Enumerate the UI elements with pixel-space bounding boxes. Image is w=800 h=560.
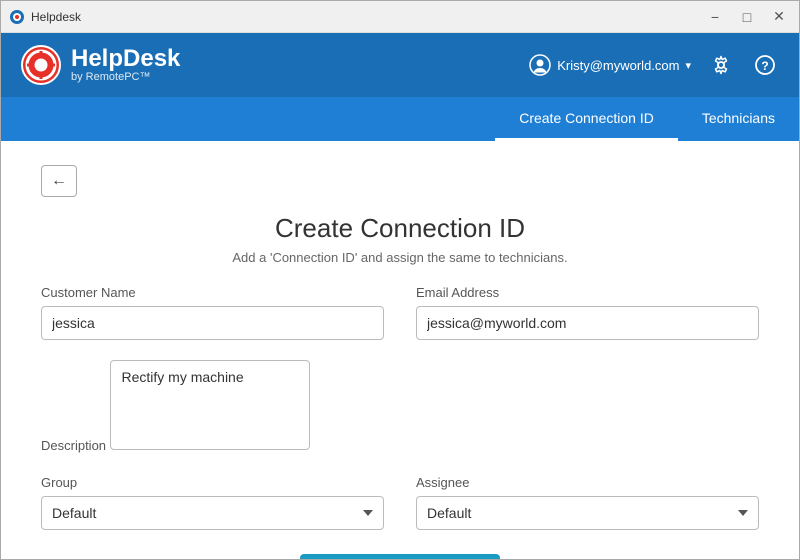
nav-technicians-label: Technicians bbox=[702, 110, 775, 126]
window-controls: − □ ✕ bbox=[703, 7, 791, 27]
user-email: Kristy@myworld.com bbox=[557, 58, 679, 73]
gear-icon bbox=[711, 55, 731, 75]
nav-bar: Create Connection ID Technicians bbox=[1, 97, 799, 141]
title-bar: Helpdesk − □ ✕ bbox=[1, 1, 799, 33]
group-group: Group Default bbox=[41, 475, 384, 530]
description-label: Description bbox=[41, 438, 106, 453]
customer-name-label: Customer Name bbox=[41, 285, 384, 300]
back-button[interactable]: ← bbox=[41, 165, 77, 197]
app-icon bbox=[9, 9, 25, 25]
assignee-group: Assignee Default bbox=[416, 475, 759, 530]
assignee-label: Assignee bbox=[416, 475, 759, 490]
help-icon: ? bbox=[755, 55, 775, 75]
customer-name-input[interactable] bbox=[41, 306, 384, 340]
create-btn-row: Create bbox=[41, 554, 759, 559]
description-input[interactable]: Rectify my machine bbox=[110, 360, 310, 450]
form-row-group-assignee: Group Default Assignee Default bbox=[41, 475, 759, 530]
page-title: Create Connection ID bbox=[41, 213, 759, 244]
create-button[interactable]: Create bbox=[300, 554, 500, 559]
close-button[interactable]: ✕ bbox=[767, 7, 791, 27]
maximize-button[interactable]: □ bbox=[735, 7, 759, 27]
svg-text:?: ? bbox=[761, 59, 768, 73]
logo-text: HelpDesk by RemotePC™ bbox=[71, 47, 180, 83]
logo-sub-text: by RemotePC™ bbox=[71, 71, 180, 83]
minimize-button[interactable]: − bbox=[703, 7, 727, 27]
header-actions: Kristy@myworld.com ▾ ? bbox=[529, 51, 779, 79]
app-header: HelpDesk by RemotePC™ Kristy@myworld.com… bbox=[1, 33, 799, 97]
group-label: Group bbox=[41, 475, 384, 490]
helpdesk-logo-icon bbox=[21, 45, 61, 85]
help-button[interactable]: ? bbox=[751, 51, 779, 79]
page-header: Create Connection ID Add a 'Connection I… bbox=[41, 213, 759, 265]
email-input[interactable] bbox=[416, 306, 759, 340]
nav-create-connection-label: Create Connection ID bbox=[519, 110, 654, 126]
user-menu[interactable]: Kristy@myworld.com ▾ bbox=[529, 54, 691, 76]
email-group: Email Address bbox=[416, 285, 759, 340]
main-content: ← Create Connection ID Add a 'Connection… bbox=[1, 141, 799, 559]
logo-main-text: HelpDesk bbox=[71, 47, 180, 71]
assignee-select[interactable]: Default bbox=[416, 496, 759, 530]
nav-item-create-connection[interactable]: Create Connection ID bbox=[495, 97, 678, 141]
nav-item-technicians[interactable]: Technicians bbox=[678, 97, 799, 141]
description-group: Description Rectify my machine bbox=[41, 360, 759, 455]
form-row-customer: Customer Name Email Address bbox=[41, 285, 759, 340]
email-label: Email Address bbox=[416, 285, 759, 300]
logo-area: HelpDesk by RemotePC™ bbox=[21, 45, 529, 85]
dropdown-arrow-icon: ▾ bbox=[685, 59, 691, 72]
page-subtitle: Add a 'Connection ID' and assign the sam… bbox=[41, 250, 759, 265]
back-arrow-icon: ← bbox=[51, 172, 67, 190]
settings-button[interactable] bbox=[707, 51, 735, 79]
user-icon bbox=[529, 54, 551, 76]
customer-name-group: Customer Name bbox=[41, 285, 384, 340]
group-select[interactable]: Default bbox=[41, 496, 384, 530]
app-title: Helpdesk bbox=[31, 10, 703, 24]
